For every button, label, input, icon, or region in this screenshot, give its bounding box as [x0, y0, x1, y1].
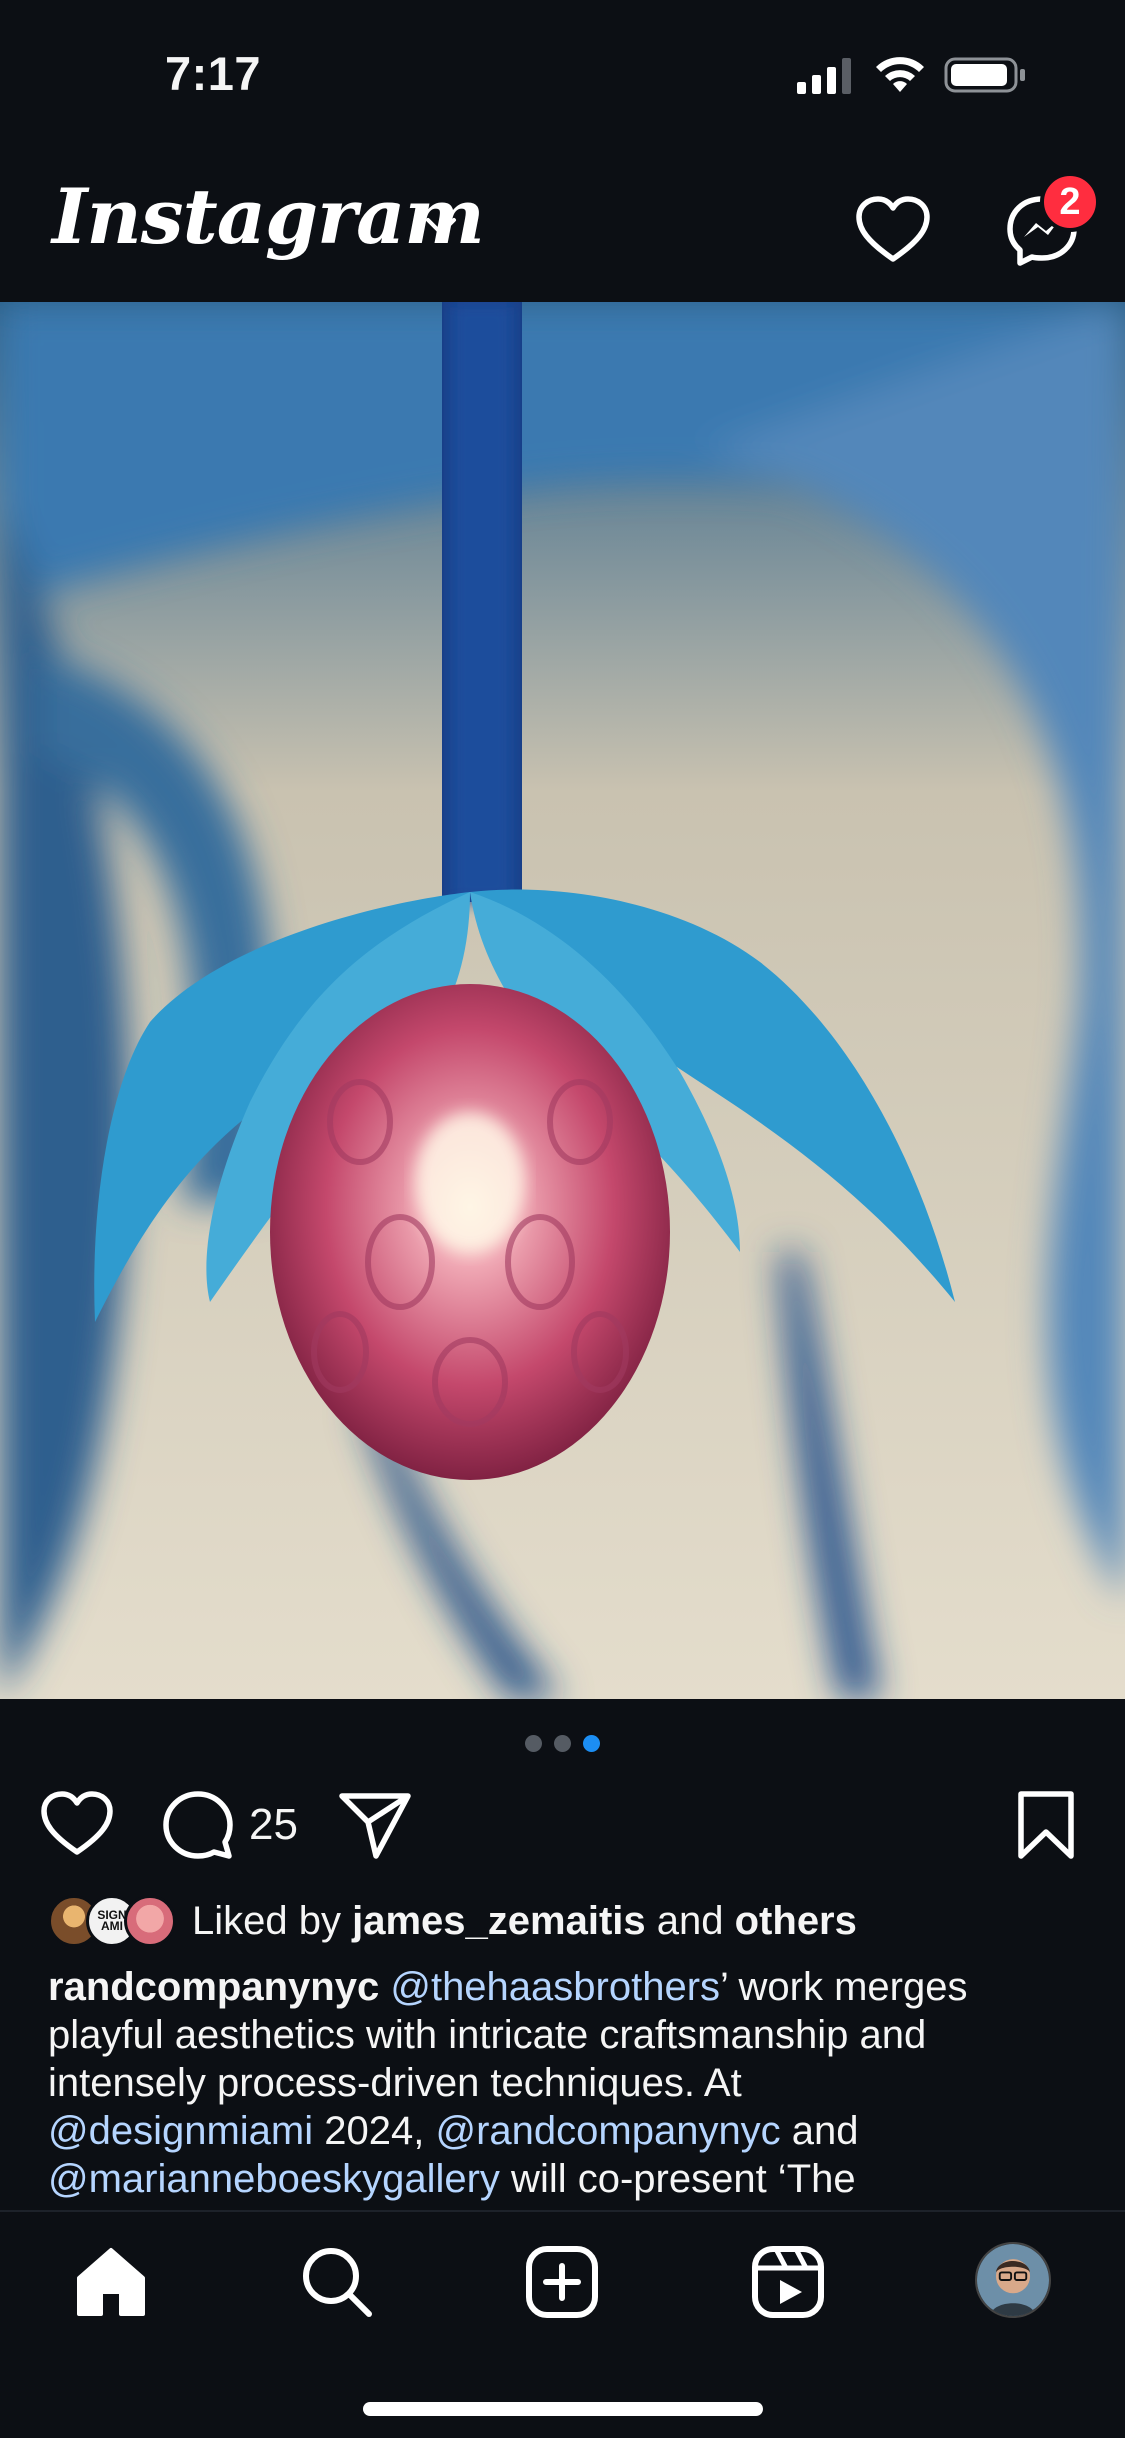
caption-text: 2024, [313, 2109, 436, 2153]
carousel-dot-active [583, 1735, 600, 1752]
status-time: 7:17 [165, 47, 262, 100]
carousel-indicator [0, 1735, 1125, 1752]
bottom-nav [0, 2210, 1125, 2438]
cellular-signal-icon [797, 58, 851, 94]
home-indicator [363, 2402, 763, 2416]
likes-text[interactable]: Liked by james_zemaitis and others [192, 1899, 857, 1944]
reels-icon[interactable] [750, 2244, 826, 2320]
notifications-heart-icon[interactable] [855, 195, 931, 265]
save-bookmark-icon[interactable] [1015, 1790, 1077, 1860]
liker-username[interactable]: james_zemaitis [352, 1899, 646, 1943]
caption-mention[interactable]: @designmiami [48, 2109, 313, 2153]
like-heart-icon[interactable] [40, 1790, 114, 1858]
post-actions: 25 [0, 1790, 1125, 1860]
instagram-logo[interactable]: Instagram [52, 172, 485, 261]
post-photo-art [0, 302, 1125, 1699]
caption-mention[interactable]: @randcompanynyc [435, 2109, 780, 2153]
chevron-down-icon[interactable] [424, 215, 458, 239]
battery-icon [944, 57, 1025, 93]
share-send-icon[interactable] [338, 1790, 412, 1860]
wifi-icon [876, 57, 924, 92]
profile-avatar[interactable] [975, 2242, 1051, 2318]
caption-username[interactable]: randcompanynyc [48, 1965, 379, 2009]
post-image[interactable] [0, 302, 1125, 1699]
carousel-dot [525, 1735, 542, 1752]
likes-row[interactable]: SIGN AMI Liked by james_zemaitis and oth… [48, 1895, 1088, 1951]
likes-connector: and [656, 1899, 724, 1943]
liker-avatars: SIGN AMI [48, 1895, 188, 1951]
post-caption: randcompanynyc @thehaasbrothers’ work me… [48, 1963, 1088, 2203]
caption-text: and [780, 2109, 859, 2153]
carousel-dot [554, 1735, 571, 1752]
liker-avatar [124, 1895, 176, 1947]
create-post-icon[interactable] [524, 2244, 600, 2320]
caption-text: will co-present ‘The [499, 2157, 856, 2201]
likes-others[interactable]: others [735, 1899, 857, 1943]
home-icon[interactable] [73, 2244, 149, 2320]
message-badge: 2 [1040, 172, 1100, 232]
likes-prefix: Liked by [192, 1899, 341, 1943]
status-bar: 7:17 [0, 0, 1125, 150]
app-header: Instagram 2 [0, 150, 1125, 302]
search-icon[interactable] [299, 2244, 375, 2320]
comment-icon[interactable] [163, 1790, 233, 1860]
caption-mention[interactable]: @thehaasbrothers [390, 1965, 720, 2009]
caption-mention[interactable]: @marianneboeskygallery [48, 2157, 500, 2201]
comment-count[interactable]: 25 [249, 1800, 298, 1850]
